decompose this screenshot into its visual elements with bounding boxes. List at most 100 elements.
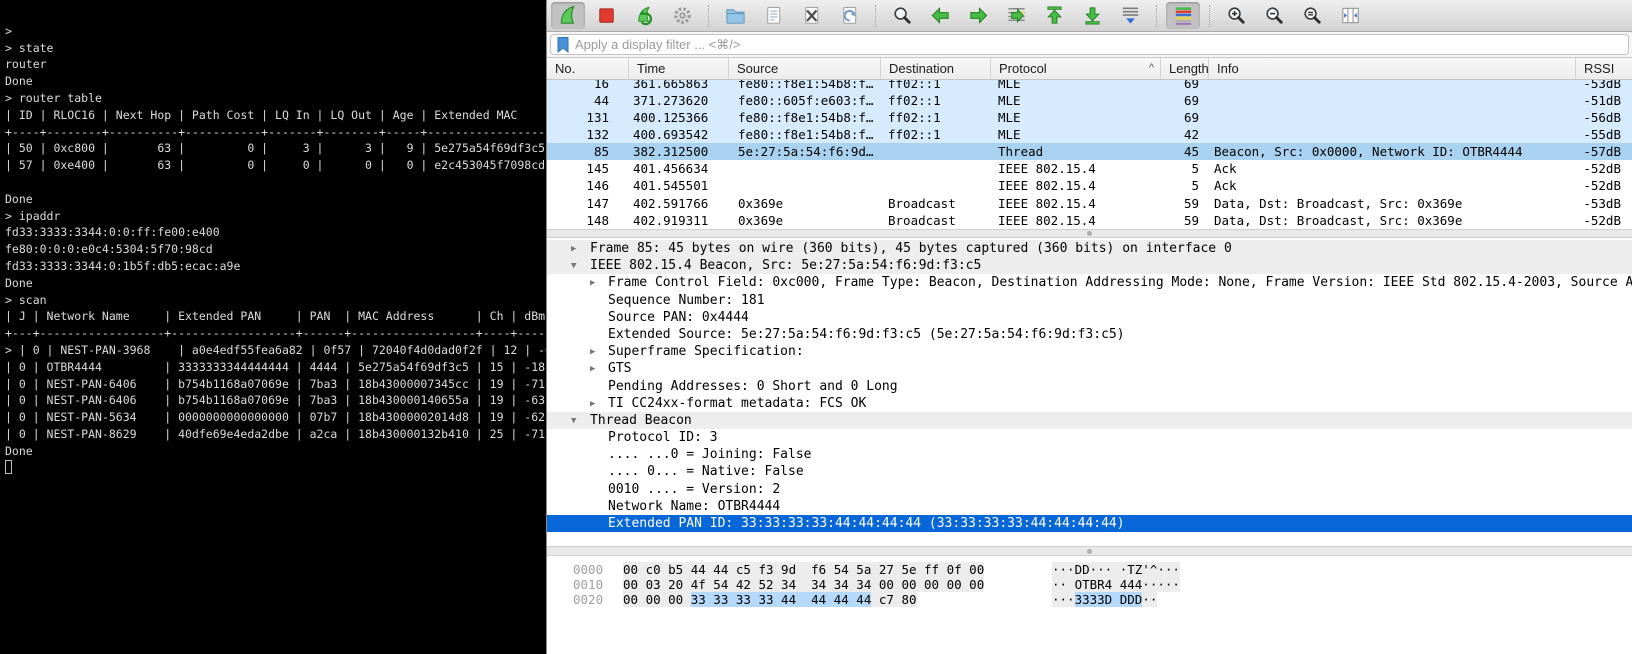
packet-cell-length: 69 (1161, 109, 1209, 126)
reload-icon (838, 4, 861, 27)
file-open-button[interactable] (718, 2, 752, 29)
column-header-destination[interactable]: Destination (881, 58, 991, 79)
hex-row[interactable]: 002000 00 00 33 33 33 33 44 44 44 44 c7 … (547, 592, 1632, 607)
capture-start-button[interactable] (551, 2, 585, 29)
detail-row[interactable]: Protocol ID: 3 (547, 429, 1632, 446)
packet-row[interactable]: 146401.545501IEEE 802.15.45Ack-52dB (547, 177, 1632, 194)
detail-row[interactable]: .... ...0 = Joining: False (547, 446, 1632, 463)
column-header-protocol[interactable]: Protocol^ (991, 58, 1161, 79)
packet-cell-length: 45 (1161, 143, 1209, 160)
hex-bytes[interactable]: 00 00 00 33 33 33 33 44 44 44 44 c7 80 (623, 592, 1003, 607)
go-to-packet-button[interactable] (999, 2, 1033, 29)
auto-scroll-button[interactable] (1113, 2, 1147, 29)
detail-row[interactable]: ▶Frame Control Field: 0xc000, Frame Type… (547, 274, 1632, 291)
expand-icon[interactable]: ▶ (590, 396, 595, 412)
find-button[interactable] (885, 2, 919, 29)
column-header-no[interactable]: No. (547, 58, 629, 79)
go-last-button[interactable] (1075, 2, 1109, 29)
detail-row[interactable]: Network Name: OTBR4444 (547, 498, 1632, 515)
packet-row[interactable]: 16361.665863fe80::f8e1:54b8:f…ff02::1MLE… (547, 80, 1632, 92)
hex-bytes[interactable]: 00 03 20 4f 54 42 52 34 34 34 34 00 00 0… (623, 577, 1003, 592)
hex-row[interactable]: 001000 03 20 4f 54 42 52 34 34 34 34 00 … (547, 577, 1632, 592)
file-save-button[interactable] (756, 2, 790, 29)
packet-details-pane: ▶Frame 85: 45 bytes on wire (360 bits), … (547, 238, 1632, 546)
go-forward-button[interactable] (961, 2, 995, 29)
bookmark-icon[interactable] (555, 36, 571, 54)
capture-restart-button[interactable] (627, 2, 661, 29)
column-label: Info (1217, 61, 1239, 76)
packet-row-clipped[interactable]: 16361.665863fe80::f8e1:54b8:f…ff02::1MLE… (547, 80, 1632, 92)
packet-cell-time: 371.273620 (629, 92, 729, 109)
detail-row[interactable]: 0010 .... = Version: 2 (547, 481, 1632, 498)
detail-row[interactable]: Extended Source: 5e:27:5a:54:f6:9d:f3:c5… (547, 326, 1632, 343)
packet-cell-no: 131 (547, 109, 629, 126)
terminal-window[interactable]: > > state router Done > router table | I… (0, 0, 546, 654)
hex-ascii[interactable]: ···DD··· ·TZ'^··· (1052, 562, 1180, 577)
find-icon (891, 4, 914, 27)
detail-row[interactable]: ▶Superframe Specification: (547, 343, 1632, 360)
hex-ascii[interactable]: ·· OTBR4 444····· (1052, 577, 1180, 592)
detail-row[interactable]: .... 0... = Native: False (547, 463, 1632, 480)
detail-row[interactable]: ▼Thread Beacon (547, 412, 1632, 429)
packet-row[interactable]: 85382.3125005e:27:5a:54:f6:9d…Thread45Be… (547, 143, 1632, 160)
packet-cell-rssi: -56dB (1576, 109, 1632, 126)
detail-row[interactable]: ▶GTS (547, 360, 1632, 377)
packet-row[interactable]: 148402.9193110x369eBroadcastIEEE 802.15.… (547, 212, 1632, 229)
display-filter-field[interactable] (550, 34, 1629, 55)
column-header-time[interactable]: Time (629, 58, 729, 79)
reload-button[interactable] (832, 2, 866, 29)
expand-icon[interactable]: ▶ (590, 344, 595, 360)
packet-cell-info (1209, 109, 1576, 126)
display-filter-input[interactable] (575, 37, 1624, 52)
packet-cell-destination: ff02::1 (881, 109, 991, 126)
packet-cell-destination (881, 160, 991, 177)
detail-row[interactable]: ▼IEEE 802.15.4 Beacon, Src: 5e:27:5a:54:… (547, 257, 1632, 274)
packet-cell-destination: Broadcast (881, 195, 991, 212)
detail-row[interactable]: ▶Frame 85: 45 bytes on wire (360 bits), … (547, 240, 1632, 257)
column-header-info[interactable]: Info (1209, 58, 1576, 79)
hex-bytes[interactable]: 00 c0 b5 44 44 c5 f3 9d f6 54 5a 27 5e f… (623, 562, 1003, 577)
packet-cell-source (729, 177, 881, 194)
pane-splitter-top[interactable] (547, 229, 1632, 238)
pane-splitter-bottom[interactable] (547, 546, 1632, 556)
packet-cell-source: 5e:27:5a:54:f6:9d… (729, 143, 881, 160)
column-header-length[interactable]: Length (1161, 58, 1209, 79)
terminal-output: > > state router Done > router table | I… (0, 0, 546, 460)
detail-row[interactable]: ▶TI CC24xx-format metadata: FCS OK (547, 395, 1632, 412)
column-header-rssi[interactable]: RSSI (1576, 58, 1632, 79)
packet-row[interactable]: 44371.273620fe80::605f:e603:f…ff02::1MLE… (547, 92, 1632, 109)
expand-icon[interactable]: ▶ (590, 275, 595, 291)
resize-columns-button[interactable] (1333, 2, 1367, 29)
packet-row[interactable]: 132400.693542fe80::f8e1:54b8:f…ff02::1ML… (547, 126, 1632, 143)
column-label: Destination (889, 61, 954, 76)
expand-icon[interactable]: ▶ (571, 241, 576, 257)
capture-stop-button[interactable] (589, 2, 623, 29)
capture-options-button[interactable] (665, 2, 699, 29)
packet-cell-no: 132 (547, 126, 629, 143)
go-back-button[interactable] (923, 2, 957, 29)
zoom-reset-button[interactable] (1295, 2, 1329, 29)
packet-cell-rssi: -55dB (1576, 126, 1632, 143)
packet-cell-source (729, 160, 881, 177)
packet-row[interactable]: 147402.5917660x369eBroadcastIEEE 802.15.… (547, 195, 1632, 212)
collapse-icon[interactable]: ▼ (571, 258, 576, 274)
collapse-icon[interactable]: ▼ (571, 413, 576, 429)
file-close-button[interactable] (794, 2, 828, 29)
detail-row[interactable]: Sequence Number: 181 (547, 292, 1632, 309)
colorize-button[interactable] (1166, 2, 1200, 29)
zoom-out-button[interactable] (1257, 2, 1291, 29)
column-header-source[interactable]: Source (729, 58, 881, 79)
packet-cell-no: 146 (547, 177, 629, 194)
packet-row[interactable]: 131400.125366fe80::f8e1:54b8:f…ff02::1ML… (547, 109, 1632, 126)
expand-icon[interactable]: ▶ (590, 361, 595, 377)
toolbar-separator (1209, 5, 1210, 27)
detail-row[interactable]: Pending Addresses: 0 Short and 0 Long (547, 378, 1632, 395)
detail-row[interactable]: Source PAN: 0x4444 (547, 309, 1632, 326)
detail-row[interactable]: Extended PAN ID: 33:33:33:33:44:44:44:44… (547, 515, 1632, 532)
hex-ascii[interactable]: ···3333D DDD·· (1052, 592, 1157, 607)
packet-cell-protocol: Thread (991, 143, 1161, 160)
zoom-in-button[interactable] (1219, 2, 1253, 29)
packet-row[interactable]: 145401.456634IEEE 802.15.45Ack-52dB (547, 160, 1632, 177)
go-first-button[interactable] (1037, 2, 1071, 29)
hex-row[interactable]: 000000 c0 b5 44 44 c5 f3 9d f6 54 5a 27 … (547, 562, 1632, 577)
